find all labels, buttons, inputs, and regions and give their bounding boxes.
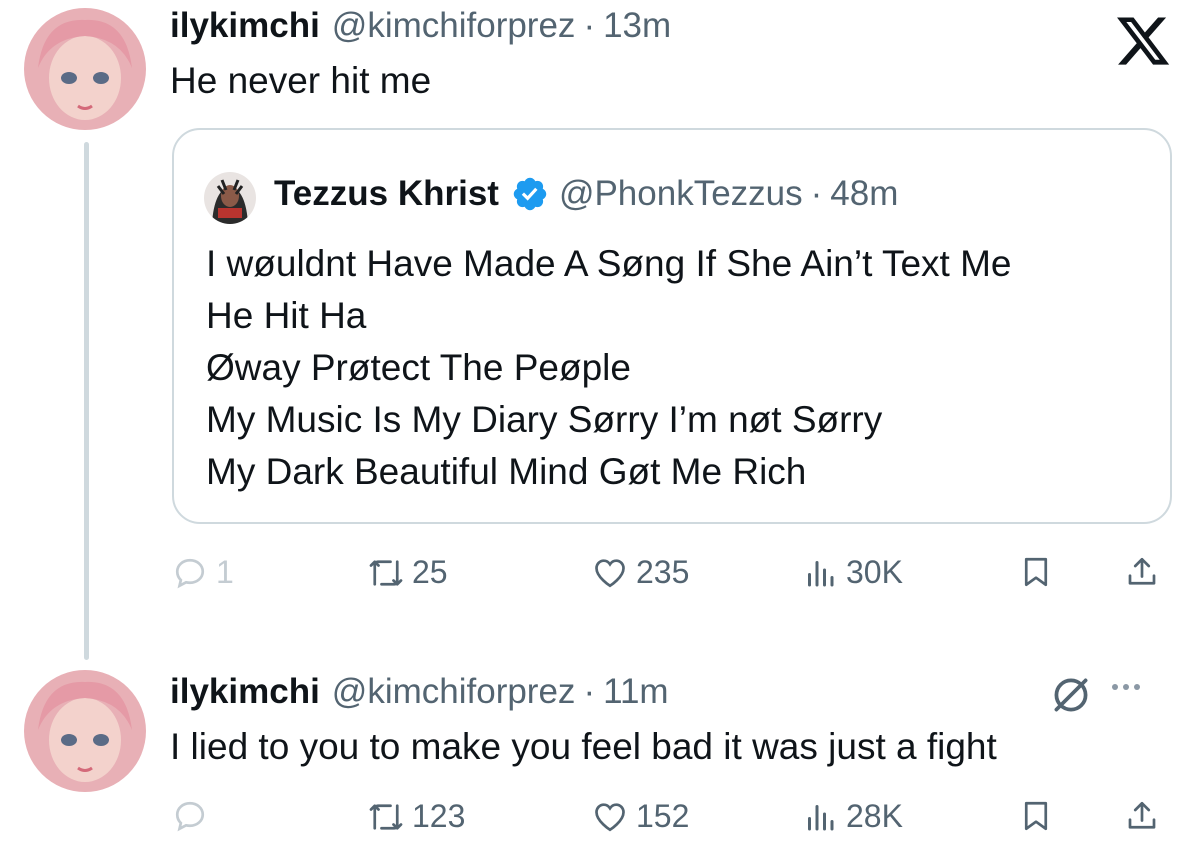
verified-badge-icon [513,177,547,211]
heart-icon [595,558,625,587]
user-handle[interactable]: @kimchiforprez [332,6,576,46]
separator: · [583,672,596,711]
repost-icon [369,559,403,586]
views-chart-icon [808,804,834,830]
reply-button[interactable]: 1 [172,554,234,591]
quoted-text-line: Øway Prøtect The Peøple [206,347,631,388]
like-count: 235 [636,554,690,590]
repost-count: 123 [412,798,466,834]
views-button[interactable]: 28K [802,798,903,835]
hidden-reply-icon[interactable] [1046,670,1096,720]
separator: · [810,174,823,213]
x-logo-icon[interactable] [1114,12,1172,70]
quoted-avatar-icon [204,172,256,224]
post-timestamp[interactable]: 13m [603,6,671,46]
like-count: 152 [636,798,690,834]
heart-icon [595,802,625,831]
repost-button[interactable]: 25 [368,554,448,591]
post-timestamp[interactable]: 11m [603,672,669,712]
post-action-bar: 123 152 28K [172,798,1172,848]
post-text: He never hit me [170,60,432,101]
quoted-user-handle[interactable]: @PhonkTezzus [559,174,803,214]
reply-button[interactable] [172,798,216,834]
repost-count: 25 [412,554,448,590]
quoted-post-timestamp[interactable]: 48m [830,174,898,214]
reply-count: 1 [216,554,234,590]
doll-avatar-icon [24,8,146,130]
quoted-post-text: I wøuldnt Have Made A Søng If She Ain’t … [206,238,1012,498]
like-button[interactable]: 235 [592,554,689,591]
quoted-text-line: My Music Is My Diary Sørry I’m nøt Sørry [206,399,883,440]
quoted-text-line: He Hit Ha [206,295,367,336]
views-button[interactable]: 30K [802,554,903,591]
post-header: ilykimchi @kimchiforprez · 11m [170,672,669,712]
like-button[interactable]: 152 [592,798,689,835]
bookmark-button[interactable] [1018,798,1054,834]
avatar[interactable] [24,670,146,792]
doll-avatar-icon [24,670,146,792]
post-action-bar: 1 25 235 30K [172,554,1172,604]
share-button[interactable] [1124,554,1160,590]
repost-icon [369,803,403,830]
display-name[interactable]: ilykimchi [170,6,320,46]
quoted-post-header: Tezzus Khrist @PhonkTezzus · 48m [274,174,898,214]
share-icon [1128,801,1156,829]
separator: · [583,6,596,45]
post-text: I lied to you to make you feel bad it wa… [170,726,997,767]
thread-connector-line [84,142,89,660]
display-name[interactable]: ilykimchi [170,672,320,712]
avatar[interactable] [24,8,146,130]
quoted-text-line: My Dark Beautiful Mind Gøt Me Rich [206,451,807,492]
user-handle[interactable]: @kimchiforprez [332,672,576,712]
repost-button[interactable]: 123 [368,798,465,835]
share-icon [1128,557,1156,585]
bookmark-icon [1024,557,1048,587]
quoted-post-card[interactable]: Tezzus Khrist @PhonkTezzus · 48m I wøuld… [172,128,1172,524]
views-chart-icon [808,560,834,586]
quoted-display-name[interactable]: Tezzus Khrist [274,174,499,214]
post-thread: ilykimchi @kimchiforprez · 13m He never … [0,0,1200,868]
post-header: ilykimchi @kimchiforprez · 13m [170,6,671,46]
quoted-avatar[interactable] [204,172,256,224]
view-count: 28K [846,798,903,834]
bookmark-icon [1024,801,1048,831]
bookmark-button[interactable] [1018,554,1054,590]
reply-icon [175,801,205,832]
quoted-text-line: I wøuldnt Have Made A Søng If She Ain’t … [206,243,1012,284]
share-button[interactable] [1124,798,1160,834]
view-count: 30K [846,554,903,590]
reply-icon [175,558,205,588]
more-options-icon[interactable] [1112,684,1140,690]
